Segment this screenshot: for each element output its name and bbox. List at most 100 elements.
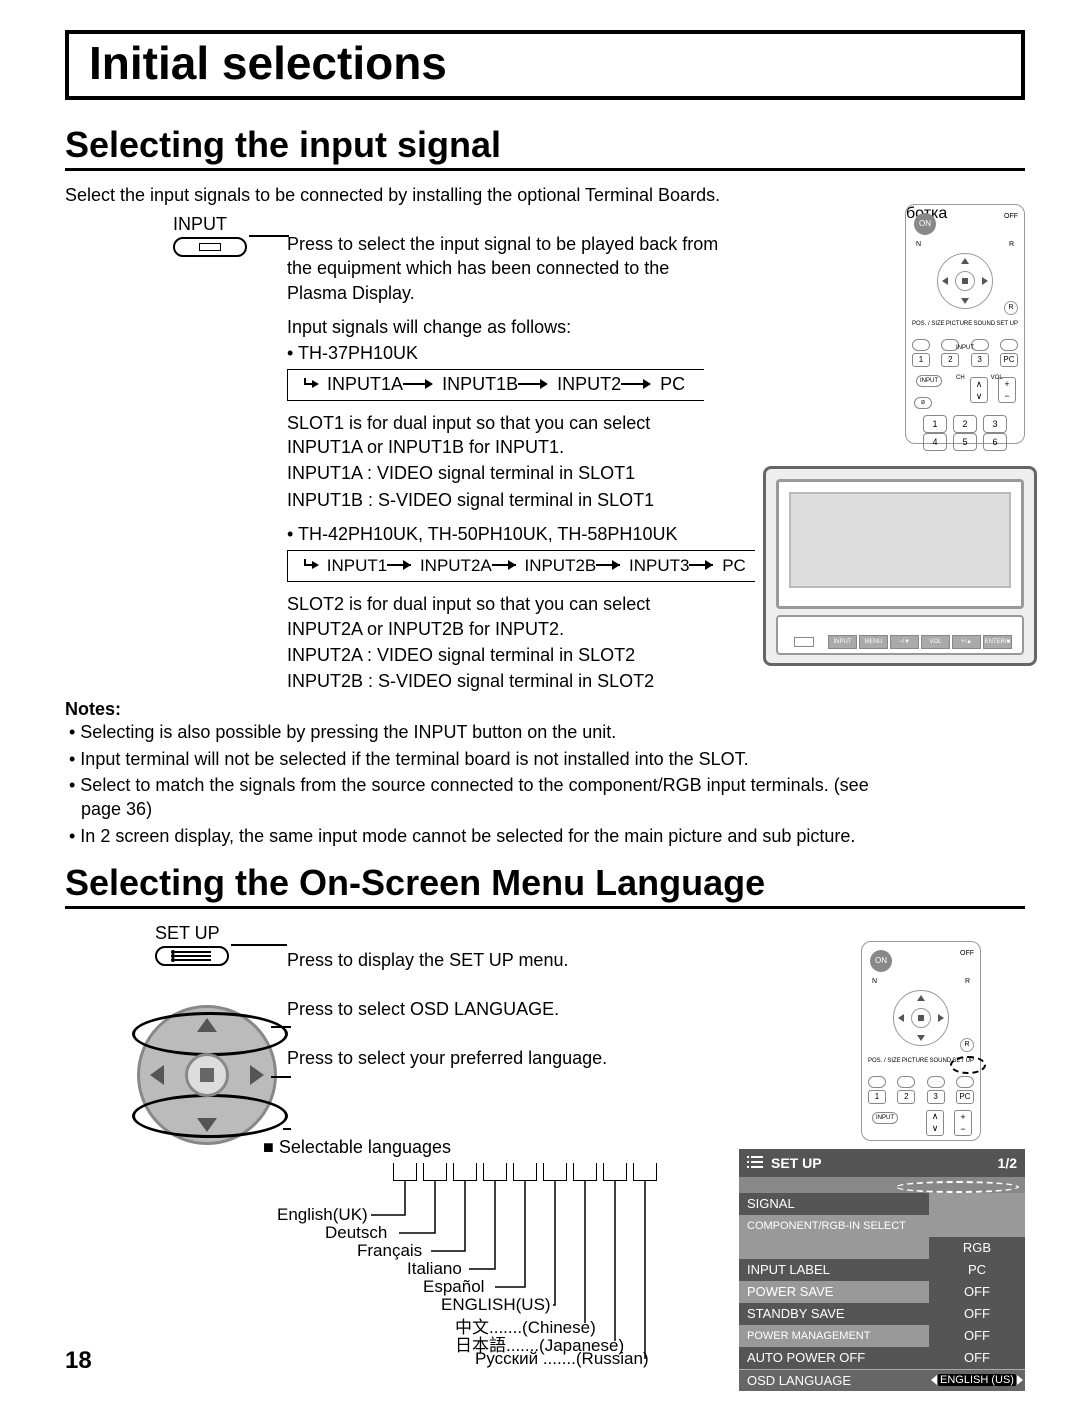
input-button-icon <box>173 237 247 257</box>
osd-menu: SET UP 1/2 SIGNAL COMPONENT/RGB-IN SELEC… <box>739 1149 1025 1391</box>
sound-label-2: SOUND <box>930 1058 952 1064</box>
pill-4b <box>956 1076 974 1088</box>
osd-comp-rgb: COMPONENT/RGB-IN SELECT <box>739 1215 929 1237</box>
osd-decor <box>739 1177 1025 1193</box>
flow-a: INPUT1A INPUT1B INPUT2 PC <box>287 369 704 400</box>
tv-enter: ENTER/■ <box>983 635 1012 649</box>
seq-a-2: INPUT1B <box>442 374 518 394</box>
tv-up: +/▲ <box>952 635 981 649</box>
osd-title: SET UP <box>771 1155 822 1171</box>
model-b: • TH-42PH10UK, TH-50PH10UK, TH-58PH10UK <box>287 522 725 546</box>
sound-label: SOUND <box>974 321 996 327</box>
n-label: N <box>916 241 921 248</box>
press-desc: Press to select the input signal to be p… <box>287 232 725 305</box>
mute-icon: ⊘ <box>914 397 932 409</box>
input-pill: INPUT <box>916 375 942 387</box>
key-6: 6 <box>983 433 1007 451</box>
r-label: R <box>1009 241 1014 248</box>
off-label: OFF <box>1004 213 1018 220</box>
picture-label: PICTURE <box>946 321 972 327</box>
vol-rocker-icon-2: +− <box>954 1110 972 1136</box>
model-a: • TH-37PH10UK <box>287 341 725 365</box>
osd-standby-save-val: OFF <box>929 1303 1025 1325</box>
note-3: • Select to match the signals from the s… <box>69 773 879 822</box>
ch-label: CH <box>956 375 965 387</box>
num-pc: PC <box>1000 353 1018 367</box>
menu-icon <box>747 1156 763 1168</box>
ch-rocker-icon: ∧∨ <box>970 377 988 403</box>
pill-4 <box>1000 339 1018 351</box>
title-box: Initial selections <box>65 30 1025 100</box>
lang-es: Español <box>423 1277 484 1296</box>
tv-down: −/▼ <box>890 635 919 649</box>
cursor-wheel-icon <box>937 253 993 309</box>
lang-en-us: ENGLISH(US) <box>441 1295 551 1314</box>
note-4: • In 2 screen display, the same input mo… <box>69 824 879 848</box>
pill-1 <box>912 339 930 351</box>
pill-2b <box>897 1076 915 1088</box>
input-pill-2: INPUT <box>872 1112 898 1124</box>
seq-b-1: INPUT1 <box>327 556 387 575</box>
osd-auto-off-val: OFF <box>929 1347 1025 1369</box>
setup-highlight-icon <box>950 1056 986 1074</box>
osd-input-val: PC <box>929 1259 1025 1281</box>
selectable-languages-head: Selectable languages <box>263 1137 451 1158</box>
lang-de: Deutsch <box>325 1223 387 1242</box>
key-1: 1 <box>923 415 947 433</box>
tv-menu: MENU <box>859 635 888 649</box>
lang-fr: Français <box>357 1241 422 1260</box>
num-2: 2 <box>941 353 959 367</box>
key-3: 3 <box>983 415 1007 433</box>
setup-label: SET UP <box>996 321 1018 327</box>
change-intro: Input signals will change as follows: <box>287 315 725 339</box>
notes-heading: Notes: <box>65 699 1025 720</box>
pos-size-label: POS. / SIZE <box>912 321 945 327</box>
num-3b: 3 <box>927 1090 945 1104</box>
page-title: Initial selections <box>89 36 1001 90</box>
flow-b: INPUT1 INPUT2A INPUT2B INPUT3 PC <box>287 550 755 582</box>
seq-b-4: INPUT3 <box>629 556 689 575</box>
r-button-icon-2: R <box>960 1038 974 1052</box>
osd-rgb-val: RGB <box>929 1237 1025 1259</box>
slot2-desc: SLOT2 is for dual input so that you can … <box>287 592 725 641</box>
seq-b-2: INPUT2A <box>420 556 492 575</box>
language-diagram: English(UK) Deutsch Français Italiano Es… <box>263 1161 693 1411</box>
setup-button-icon <box>155 946 229 966</box>
section2-heading: Selecting the On-Screen Menu Language <box>65 862 1025 909</box>
cursor-pad-icon <box>137 1005 277 1145</box>
key-4: 4 <box>923 433 947 451</box>
notes-list: • Selecting is also possible by pressing… <box>69 720 879 847</box>
seq-b-3: INPUT2B <box>524 556 596 575</box>
tv-vol: VOL <box>921 635 950 649</box>
osd-standby-save: STANDBY SAVE <box>739 1303 929 1325</box>
seq-a-4: PC <box>660 374 685 394</box>
section1-intro: Select the input signals to be connected… <box>65 185 1025 206</box>
remote-diagram-2: ON OFF NR R POS. / SIZE PICTURE SOUND SE… <box>861 941 981 1141</box>
osd-signal: SIGNAL <box>739 1193 929 1215</box>
osd-input-label: INPUT LABEL <box>739 1259 929 1281</box>
page-number: 18 <box>65 1347 92 1375</box>
r-button-icon: R <box>1004 301 1018 315</box>
osd-auto-off: AUTO POWER OFF <box>739 1347 929 1369</box>
key-2: 2 <box>953 415 977 433</box>
n-label-2: N <box>872 978 877 985</box>
note-1: • Selecting is also possible by pressing… <box>69 720 879 744</box>
num-1b: 1 <box>868 1090 886 1104</box>
off-label-2: OFF <box>960 950 974 957</box>
pill-1b <box>868 1076 886 1088</box>
osd-page-indicator: 1/2 <box>998 1155 1017 1171</box>
slot2-b: INPUT2B : S-VIDEO signal terminal in SLO… <box>287 669 725 693</box>
pos-size-label-2: POS. / SIZE <box>868 1058 901 1064</box>
slot1-a: INPUT1A : VIDEO signal terminal in SLOT1 <box>287 461 725 485</box>
slot2-a: INPUT2A : VIDEO signal terminal in SLOT2 <box>287 643 725 667</box>
osd-power-mgmt-val: OFF <box>929 1325 1025 1347</box>
num-2b: 2 <box>897 1090 915 1104</box>
slot1-b: INPUT1B : S-VIDEO signal terminal in SLO… <box>287 488 725 512</box>
osd-power-save-val: OFF <box>929 1281 1025 1303</box>
lang-en-uk: English(UK) <box>277 1205 368 1224</box>
osd-power-mgmt: POWER MANAGEMENT <box>739 1325 929 1347</box>
tv-diagram: INPUT MENU −/▼ VOL +/▲ ENTER/■ <box>763 466 1037 666</box>
osd-language-val-wrap: ENGLISH (US) <box>929 1370 1025 1391</box>
pill-3b <box>927 1076 945 1088</box>
on-button-icon: ON <box>914 213 936 235</box>
